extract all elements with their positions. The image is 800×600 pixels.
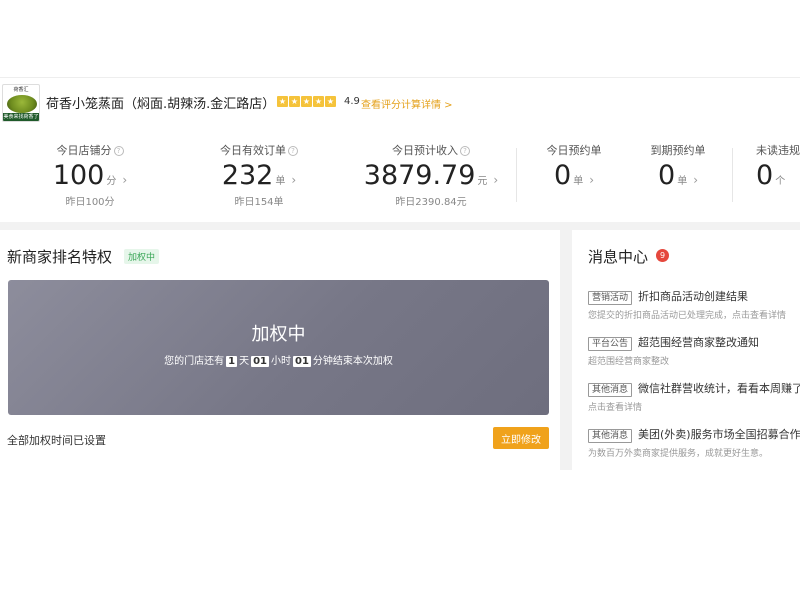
message-tag: 营销活动 [588, 291, 633, 305]
countdown-prefix: 您的门店还有 [164, 356, 225, 367]
chevron-right-icon: › [291, 173, 297, 187]
message-item[interactable]: 其他消息美团(外卖)服务市场全国招募合作伙伴 为数百万外卖商家提供服务，成就更好… [588, 426, 800, 459]
countdown-hours: 01 [251, 356, 269, 367]
stat-unit: 个 [775, 176, 786, 187]
message-tag: 其他消息 [588, 383, 633, 397]
stat-yesterday: 昨日100分 [65, 197, 115, 208]
message-title: 美团(外卖)服务市场全国招募合作伙伴 [638, 428, 800, 441]
shop-logo[interactable]: 荷香汇 美食来找荷香了 [2, 84, 40, 122]
countdown-days: 1 [226, 356, 238, 367]
stat-unit: 单 [573, 176, 584, 187]
stat-label: 今日店铺分 [56, 144, 112, 157]
unread-count-badge: 9 [656, 249, 669, 262]
stat-value: 232 [221, 160, 274, 191]
rating-value: 4.9 [344, 96, 360, 107]
stat-label: 今日预计收入 [392, 144, 458, 157]
message-title: 微信社群营收统计，看看本周赚了多少 [638, 382, 800, 395]
message-subtitle: 您提交的折扣商品活动已处理完成，点击查看详情 [588, 311, 787, 321]
countdown-days-unit: 天 [239, 356, 250, 367]
stat-unit: 单 [677, 176, 688, 187]
logo-top-text: 荷香汇 [13, 87, 29, 93]
countdown-hours-unit: 小时 [270, 356, 291, 367]
modify-now-button[interactable]: 立即修改 [493, 427, 549, 449]
panel-title: 消息中心 [588, 248, 649, 266]
stat-value: 100 [52, 160, 105, 191]
message-subtitle: 为数百万外卖商家提供服务，成就更好生意。 [588, 449, 769, 459]
bottom-blank-area [0, 470, 800, 600]
boost-card-title: 加权中 [251, 324, 306, 345]
stat-value: 0 [756, 160, 774, 191]
noodle-bowl-icon [7, 95, 37, 113]
message-title: 超范围经营商家整改通知 [638, 336, 760, 349]
countdown-suffix: 分钟结束本次加权 [312, 356, 393, 367]
stat-value: 0 [554, 160, 572, 191]
countdown-minutes: 01 [292, 356, 311, 367]
stats-bar: 今日店铺分? 100 分 › 昨日100分 今日有效订单? 232 单 › 昨日154单… [0, 128, 800, 222]
star-icon: ★ [289, 96, 300, 107]
help-icon[interactable]: ? [113, 146, 124, 156]
stat-yesterday: 昨日2390.84元 [395, 197, 467, 208]
message-item[interactable]: 其他消息微信社群营收统计，看看本周赚了多少 点击查看详情 [588, 380, 800, 413]
logo-bottom-text: 美食来找荷香了 [3, 113, 39, 121]
star-icon: ★ [301, 96, 312, 107]
stat-valid-orders[interactable]: 今日有效订单? 232 单 › 昨日154单 [204, 142, 314, 208]
section-gap [0, 222, 800, 230]
boost-countdown-card: 加权中 您的门店还有 1 天 01 小时 01 分钟结束本次加权 [8, 280, 549, 415]
stat-unit: 单 [275, 176, 286, 187]
stat-reservations-today[interactable]: 今日预约单 0 单 › [538, 142, 610, 191]
status-badge: 加权中 [124, 249, 160, 264]
stat-yesterday: 昨日154单 [234, 197, 284, 208]
chevron-right-icon: › [493, 173, 499, 187]
top-blank-area [0, 0, 800, 76]
message-center-panel: 消息中心 9 营销活动 折扣商品活动创建结果 您提交的折扣商品活动已处理完成，点击… [572, 230, 800, 470]
chevron-right-icon: › [589, 173, 594, 187]
ranking-privilege-panel: 新商家排名特权 加权中 加权中 您的门店还有 1 天 01 小时 01 分钟结束本次加权 全… [0, 230, 560, 470]
stat-label: 未读违规 [756, 144, 800, 157]
divider [516, 148, 517, 202]
shop-header: 荷香汇 美食来找荷香了 荷香小笼蒸面（焖面.胡辣汤.金汇路店） ★ ★ ★ ★ … [0, 77, 800, 127]
star-icon: ★ [313, 96, 324, 107]
stat-value: 0 [658, 160, 676, 191]
stat-unit: 分 [106, 176, 117, 187]
stat-unit: 元 [477, 176, 488, 187]
stat-label: 今日有效订单 [220, 144, 286, 157]
stat-unread-violations[interactable]: 未读违规 0个 [756, 142, 800, 191]
star-icon: ★ [277, 96, 288, 107]
chevron-right-icon: › [122, 173, 128, 187]
divider [732, 148, 733, 202]
message-tag: 其他消息 [588, 429, 633, 443]
stat-shop-score[interactable]: 今日店铺分? 100 分 › 昨日100分 [40, 142, 140, 208]
message-tag: 平台公告 [588, 337, 633, 351]
chevron-right-icon: › [693, 173, 698, 187]
stat-label: 到期预约单 [650, 144, 706, 157]
help-icon[interactable]: ? [288, 146, 298, 156]
stat-expiring-reservations[interactable]: 到期预约单 0 单 › [642, 142, 714, 191]
column-gap [560, 230, 572, 470]
stat-label: 今日预约单 [546, 144, 602, 157]
message-subtitle: 超范围经营商家整改 [588, 357, 670, 367]
shop-name: 荷香小笼蒸面（焖面.胡辣汤.金汇路店） [46, 97, 276, 112]
message-item[interactable]: 营销活动 折扣商品活动创建结果 您提交的折扣商品活动已处理完成，点击查看详情 [588, 288, 800, 321]
rating-stars: ★ ★ ★ ★ ★ [277, 96, 336, 107]
countdown-text: 您的门店还有 1 天 01 小时 01 分钟结束本次加权 [8, 352, 549, 367]
rating-detail-link[interactable]: 查看评分计算详情 > [361, 96, 453, 111]
boost-status-text: 全部加权时间已设置 [7, 434, 106, 447]
stat-value: 3879.79 [363, 160, 476, 191]
star-icon: ★ [325, 96, 336, 107]
help-icon[interactable]: ? [460, 146, 470, 156]
panel-title: 新商家排名特权 [7, 248, 113, 266]
stat-estimated-income[interactable]: 今日预计收入? 3879.79 元 › 昨日2390.84元 [356, 142, 506, 208]
message-item[interactable]: 平台公告 超范围经营商家整改通知 超范围经营商家整改 [588, 334, 800, 367]
message-title: 折扣商品活动创建结果 [638, 290, 749, 303]
message-subtitle: 点击查看详情 [588, 403, 643, 413]
